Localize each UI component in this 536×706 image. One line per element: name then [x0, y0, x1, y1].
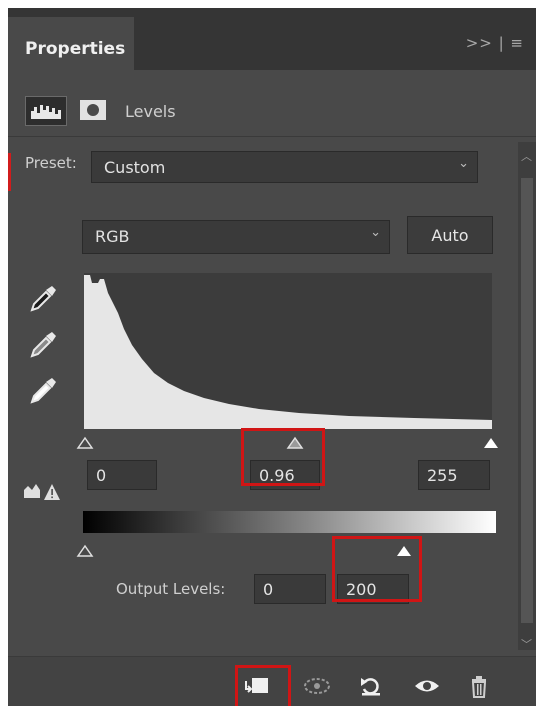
chevron-down-icon: ⌄ [370, 225, 381, 240]
clip-button-highlight-box [235, 665, 291, 706]
output-gradient-bar [83, 511, 496, 533]
layer-mask-icon[interactable] [78, 96, 108, 124]
preset-dropdown[interactable]: Custom ⌄ [91, 151, 478, 183]
shadow-input-slider [76, 436, 94, 449]
highlight-input-slider [484, 438, 498, 448]
panel-menu-icon[interactable]: >> | ≡ [466, 34, 524, 52]
channel-dropdown[interactable]: RGB ⌄ [82, 220, 390, 254]
auto-button[interactable]: Auto [407, 216, 493, 254]
output-low-field[interactable]: 0 [254, 574, 326, 604]
panel-footer [8, 656, 536, 706]
adjustment-type-label: Levels [125, 102, 176, 121]
black-point-eyedropper-icon[interactable] [28, 284, 60, 314]
output-high-highlight-box [332, 536, 422, 602]
properties-panel: Properties >> | ≡ Levels Preset: Custom … [8, 8, 536, 706]
output-levels-label: Output Levels: [116, 580, 226, 598]
gray-point-eyedropper-icon[interactable] [28, 330, 60, 360]
midtones-highlight-box [241, 428, 325, 486]
preset-label: Preset: [25, 154, 77, 172]
clipping-warning-icon[interactable] [22, 478, 62, 504]
tab-title: Properties [25, 39, 126, 59]
scroll-down-icon[interactable]: ﹀ [521, 636, 532, 652]
white-point-eyedropper-icon[interactable] [28, 376, 60, 406]
visibility-eye-icon[interactable] [412, 673, 442, 699]
levels-histogram [84, 273, 492, 429]
view-previous-state-icon[interactable] [302, 673, 332, 699]
panel-tab-bar: Properties >> | ≡ [8, 8, 536, 70]
header-divider [8, 136, 536, 137]
tab-properties[interactable]: Properties [8, 17, 134, 70]
scroll-up-icon[interactable]: ︿ [521, 148, 532, 164]
reset-icon[interactable] [356, 673, 386, 699]
selection-marker [8, 153, 11, 191]
input-highlights-field[interactable]: 255 [418, 460, 490, 490]
levels-histogram-icon[interactable] [25, 96, 67, 126]
channel-value: RGB [95, 227, 130, 246]
scrollbar-thumb[interactable] [521, 178, 533, 623]
adjustment-header: Levels [8, 70, 536, 136]
chevron-down-icon: ⌄ [458, 156, 469, 171]
output-low-slider [76, 544, 94, 557]
output-sliders[interactable] [74, 538, 506, 562]
delete-trash-icon[interactable] [464, 673, 494, 699]
preset-value: Custom [104, 158, 166, 177]
input-shadows-field[interactable]: 0 [87, 460, 157, 490]
